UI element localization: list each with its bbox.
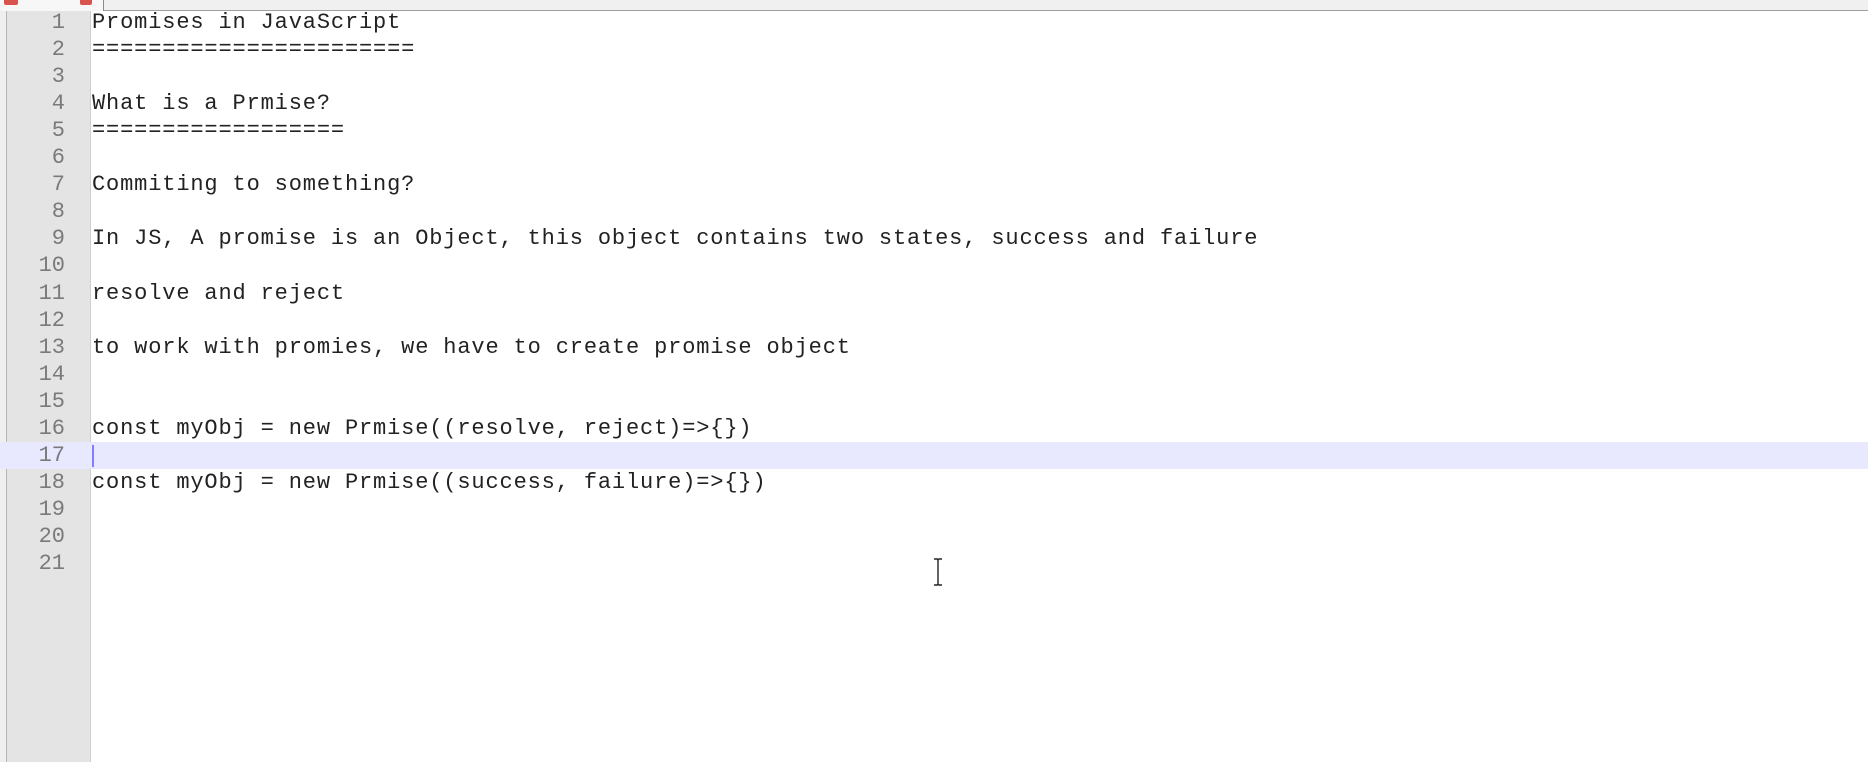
line-number: 7	[51, 172, 65, 198]
editor-line[interactable]: 14	[0, 361, 1868, 388]
line-text[interactable]: const myObj = new Prmise((resolve, rejec…	[92, 415, 752, 442]
line-number: 1	[51, 10, 65, 35]
line-text[interactable]: Promises in JavaScript	[92, 9, 401, 36]
editor-line[interactable]: 9 In JS, A promise is an Object, this obj…	[0, 225, 1868, 252]
editor-line[interactable]: 7 Commiting to something?	[0, 171, 1868, 198]
line-number: 4	[51, 91, 65, 117]
line-text[interactable]: const myObj = new Prmise((success, failu…	[92, 469, 767, 496]
editor-line[interactable]: 1 Promises in JavaScript	[0, 9, 1868, 36]
editor-line[interactable]: 4 What is a Prmise?	[0, 90, 1868, 117]
line-number: 11	[38, 280, 65, 306]
editor-line[interactable]: 5 ==================	[0, 117, 1868, 144]
line-text[interactable]: =======================	[92, 36, 415, 63]
line-number: 5	[51, 118, 65, 144]
editor-line[interactable]: 8	[0, 198, 1868, 225]
line-number: 19	[38, 496, 65, 522]
line-number: 16	[38, 415, 65, 441]
line-number: 9	[51, 226, 65, 252]
editor-line[interactable]: 11 resolve and reject	[0, 280, 1868, 307]
line-text[interactable]: In JS, A promise is an Object, this obje…	[92, 225, 1258, 252]
line-number: 20	[38, 523, 65, 549]
line-text[interactable]: resolve and reject	[92, 280, 345, 307]
line-number: 14	[38, 361, 65, 387]
editor-line[interactable]: 13 to work with promies, we have to creat…	[0, 334, 1868, 361]
line-number: 3	[51, 64, 65, 90]
line-text[interactable]: ==================	[92, 117, 345, 144]
text-cursor-icon	[932, 558, 944, 586]
line-number: 15	[38, 388, 65, 414]
editor-line[interactable]: 17	[0, 441, 1868, 469]
line-number: 2	[51, 37, 65, 63]
editor-line[interactable]: 19	[0, 496, 1868, 523]
editor-line[interactable]: 2 =======================	[0, 36, 1868, 63]
line-number: 6	[51, 145, 65, 171]
editor-line[interactable]: 6	[0, 144, 1868, 171]
close-icon[interactable]	[80, 0, 92, 5]
file-modified-icon	[4, 0, 18, 5]
line-number: 17	[38, 442, 65, 468]
line-number: 8	[51, 199, 65, 225]
line-number: 10	[38, 253, 65, 279]
text-caret	[92, 444, 94, 467]
editor-line[interactable]: 15	[0, 388, 1868, 415]
editor-line[interactable]: 3	[0, 63, 1868, 90]
editor-line[interactable]: 20	[0, 523, 1868, 550]
line-text[interactable]: What is a Prmise?	[92, 90, 331, 117]
editor-line[interactable]: 10	[0, 252, 1868, 279]
line-number: 21	[38, 551, 65, 576]
editor-line[interactable]: 16 const myObj = new Prmise((resolve, rej…	[0, 415, 1868, 442]
line-number: 18	[38, 469, 65, 495]
editor-line[interactable]: 18 const myObj = new Prmise((success, fai…	[0, 469, 1868, 496]
line-number: 13	[38, 334, 65, 360]
line-text[interactable]: Commiting to something?	[92, 171, 415, 198]
line-number: 12	[38, 307, 65, 333]
line-text[interactable]: to work with promies, we have to create …	[92, 334, 851, 361]
editor-line[interactable]: 12	[0, 307, 1868, 334]
text-editor-window: 1 Promises in JavaScript 2 ================…	[0, 0, 1868, 762]
